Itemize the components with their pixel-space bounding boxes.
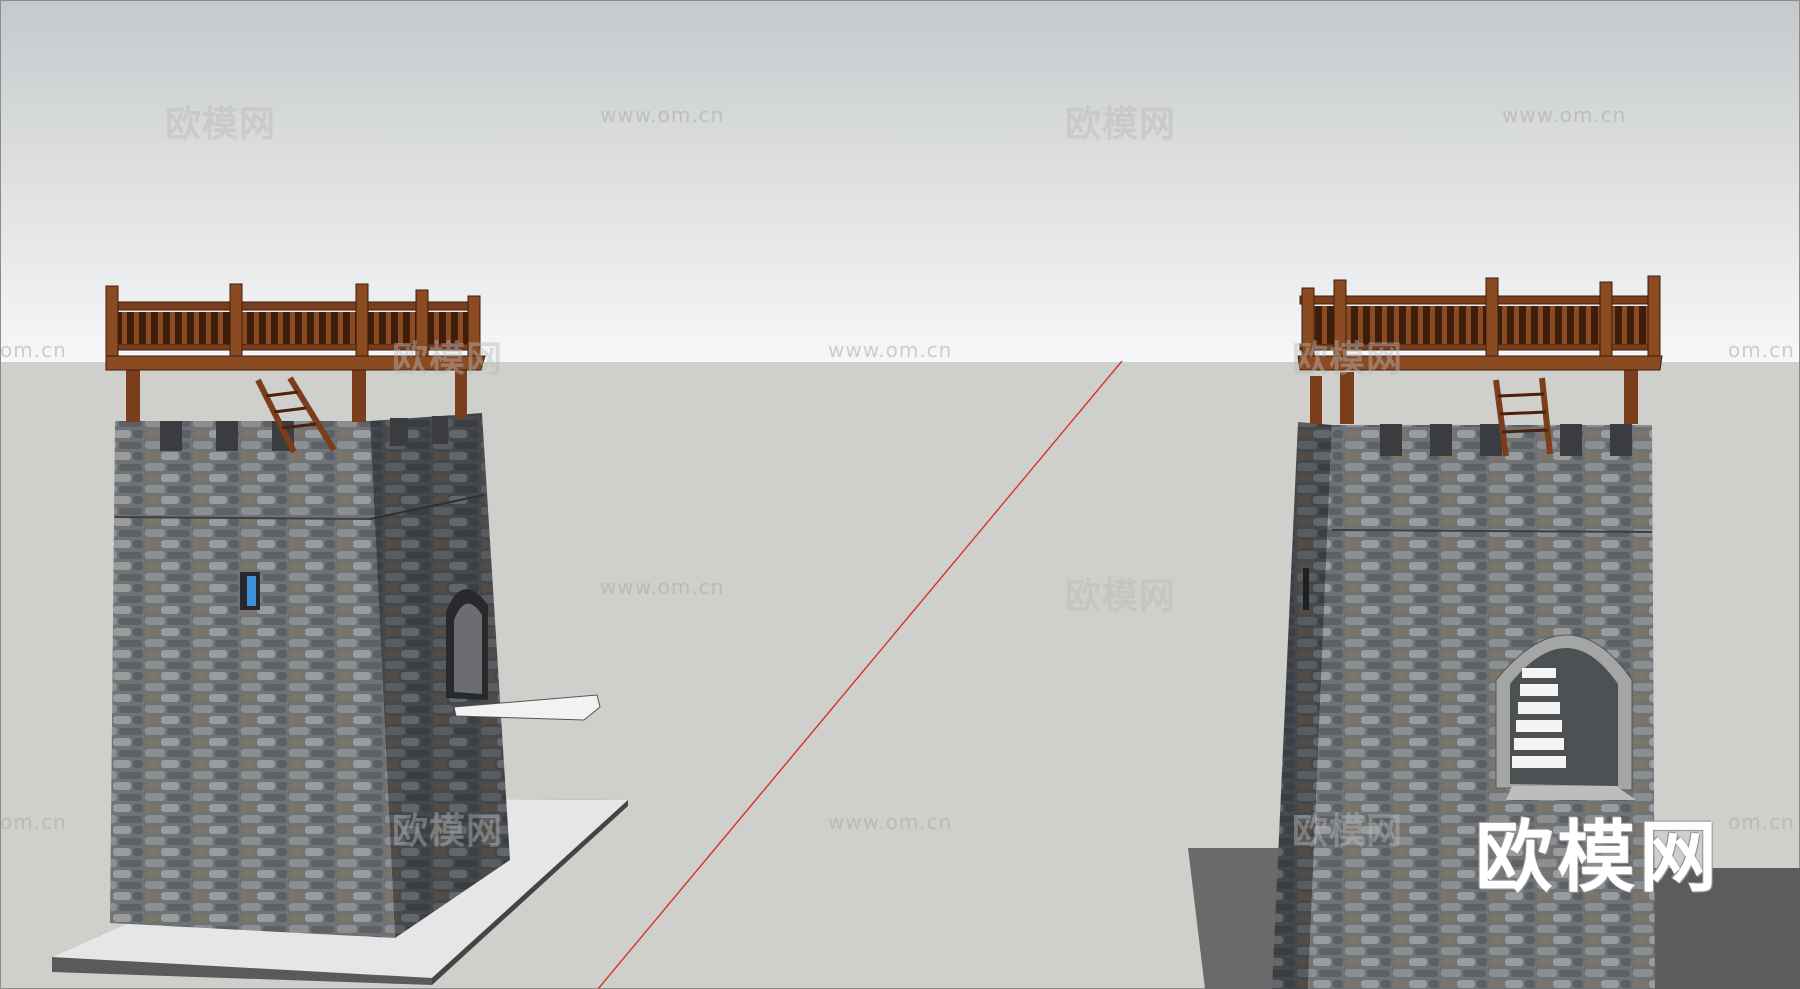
modeling-viewport[interactable]: 欧模网 www.om.cn 欧模网 www.om.cn om.cn 欧模网 ww…	[0, 0, 1800, 989]
watermark-logo: 欧模网	[1292, 339, 1404, 380]
watermark-logo: 欧模网	[165, 104, 277, 145]
watermark-url-partial: om.cn	[1728, 810, 1795, 834]
watermark-big-logo: 欧模网	[1475, 813, 1722, 903]
watermark-url: www.om.cn	[1502, 103, 1627, 127]
watermark-logo: 欧模网	[1065, 576, 1177, 617]
watermark-logo: 欧模网	[1065, 104, 1177, 145]
side-door-inner	[454, 603, 482, 694]
watermark-url: www.om.cn	[828, 810, 953, 834]
tower-slit-window	[1303, 568, 1309, 610]
watermark-url: www.om.cn	[600, 103, 725, 127]
tower-window-glass	[247, 576, 256, 606]
watermark-url-partial: om.cn	[1728, 338, 1795, 362]
watermark-url: www.om.cn	[828, 338, 953, 362]
watermark-url-partial: om.cn	[0, 338, 67, 362]
watermark-url: www.om.cn	[600, 575, 725, 599]
watermark-logo: 欧模网	[392, 811, 504, 852]
watermark-logo: 欧模网	[392, 339, 504, 380]
tower-front-wall	[110, 421, 395, 938]
watermark-url-partial: om.cn	[0, 810, 67, 834]
watermark-logo: 欧模网	[1292, 811, 1404, 852]
